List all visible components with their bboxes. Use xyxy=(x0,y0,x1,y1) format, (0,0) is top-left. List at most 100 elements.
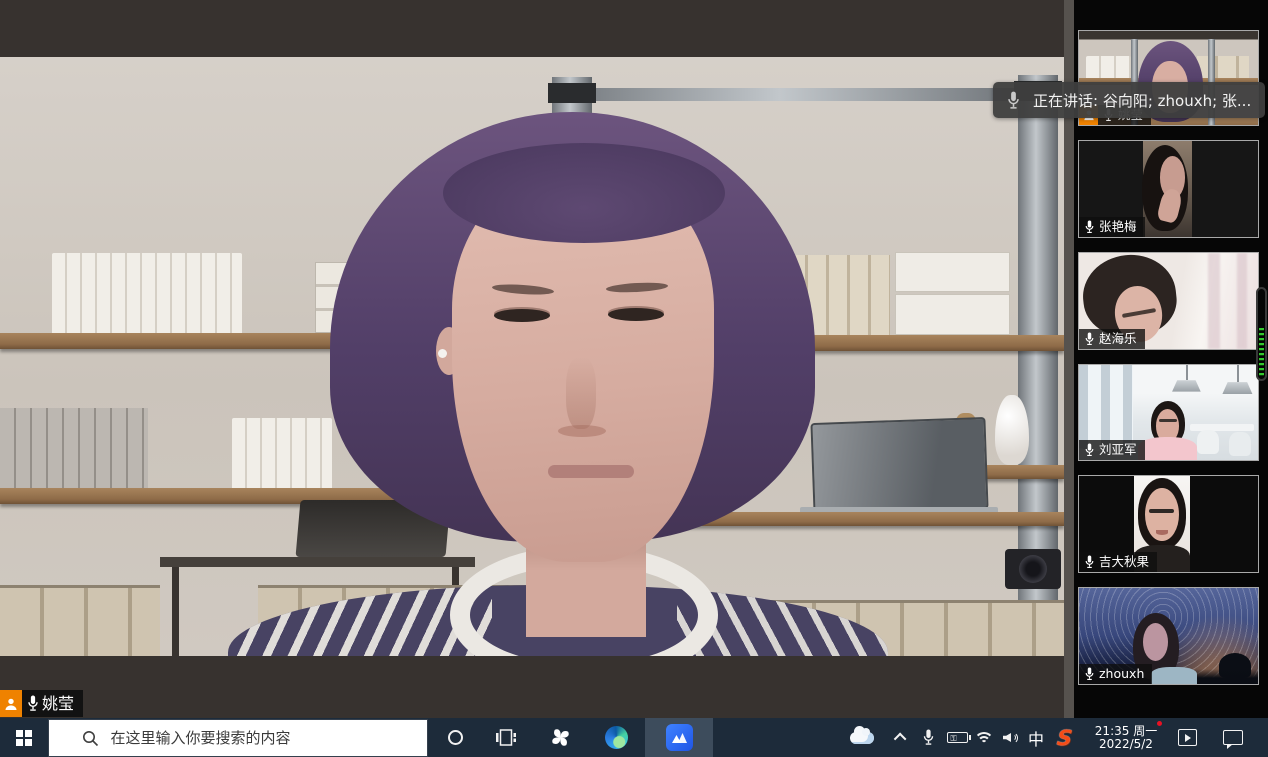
storage-boxes xyxy=(0,585,160,656)
hidden-icons-button[interactable] xyxy=(888,718,914,757)
desk-leg xyxy=(172,567,179,656)
participant-thumbnail[interactable]: 刘亚军 xyxy=(1078,364,1259,461)
ime-indicator: 中 xyxy=(1028,726,1044,750)
microphone-icon xyxy=(26,695,40,712)
media-playback-button[interactable] xyxy=(1170,718,1204,757)
ime-language-button[interactable]: 中 xyxy=(1022,718,1050,757)
blur-band xyxy=(1237,253,1248,349)
participant-name: 张艳梅 xyxy=(1099,219,1137,235)
start-button[interactable] xyxy=(0,718,48,757)
mouth xyxy=(548,465,634,478)
edge-browser-button[interactable] xyxy=(594,718,638,757)
search-input[interactable] xyxy=(111,729,411,747)
wifi-icon xyxy=(974,732,994,744)
speaking-now-banner: 正在讲话: 谷向阳; zhouxh; 张... xyxy=(993,82,1265,118)
battery-tray-button[interactable]: ⚿ xyxy=(942,718,972,757)
wifi-tray-button[interactable] xyxy=(970,718,998,757)
blur-band xyxy=(1208,253,1221,349)
participant-name: zhouxh xyxy=(1099,666,1144,682)
white-box-stack xyxy=(895,294,1010,335)
participant-name-tag: zhouxh xyxy=(1079,664,1152,684)
mini-shirt xyxy=(1151,667,1198,684)
clock-date: 2022/5/2 xyxy=(1099,738,1153,751)
mini-table xyxy=(1190,424,1254,432)
task-view-button[interactable] xyxy=(488,718,524,757)
sogou-input-button[interactable]: S xyxy=(1050,718,1080,757)
cortana-button[interactable] xyxy=(438,718,472,757)
nose-shadow xyxy=(566,357,596,429)
onedrive-tray-button[interactable] xyxy=(845,718,879,757)
clock-time: 21:35 周一 xyxy=(1095,725,1157,738)
microphone-tray-button[interactable] xyxy=(915,718,941,757)
participant-name-tag: 赵海乐 xyxy=(1079,329,1145,349)
participant-name: 吉大秋果 xyxy=(1099,554,1149,570)
eye xyxy=(494,309,550,322)
battery-charging-icon: ⚿ xyxy=(947,732,968,743)
white-box-stack xyxy=(895,252,1010,292)
media-play-icon xyxy=(1178,729,1197,746)
windows-taskbar: ⚿ 中 S 21:35 周一 2022/5/2 xyxy=(0,718,1268,757)
lamp-stem xyxy=(1237,365,1239,382)
sidebar-scrollbar[interactable] xyxy=(1256,287,1267,381)
laptop xyxy=(810,417,988,515)
participant-name-tag: 吉大秋果 xyxy=(1079,552,1157,572)
microphone-icon xyxy=(1084,667,1095,681)
main-video-canvas xyxy=(0,57,1064,656)
onedrive-cloud-icon xyxy=(850,732,874,744)
eye xyxy=(608,308,664,321)
microphone-icon xyxy=(1084,220,1095,234)
notification-dot xyxy=(1157,721,1162,726)
taskbar-search[interactable] xyxy=(48,719,428,757)
participant-thumbnail[interactable]: 张艳梅 xyxy=(1078,140,1259,238)
chevron-up-icon xyxy=(893,733,906,746)
action-center-icon xyxy=(1223,730,1243,745)
participant-name: 刘亚军 xyxy=(1099,442,1137,458)
active-speaker-name: 姚莹 xyxy=(42,696,74,712)
books-row xyxy=(232,418,332,488)
shelf-beam-top xyxy=(552,88,1058,101)
tencent-meeting-icon xyxy=(666,724,693,751)
microphone-icon xyxy=(1084,332,1095,346)
pinwheel-app-icon xyxy=(549,726,572,749)
mini-books xyxy=(1197,56,1249,78)
host-person-icon xyxy=(0,690,22,717)
lamp-stem xyxy=(1186,365,1188,380)
mini-glasses xyxy=(1149,509,1174,513)
books-row xyxy=(52,253,242,333)
mini-chair xyxy=(1229,432,1250,457)
person-hairline xyxy=(443,143,725,243)
volume-waves-icon xyxy=(1013,731,1021,745)
nose-base xyxy=(558,425,606,437)
task-view-icon xyxy=(496,729,516,746)
earbud xyxy=(438,349,447,358)
mini-smile xyxy=(1156,530,1169,535)
participant-name: 赵海乐 xyxy=(1099,331,1137,347)
speaking-now-text: 正在讲话: 谷向阳; zhouxh; 张... xyxy=(1033,90,1251,111)
action-center-button[interactable] xyxy=(1213,718,1253,757)
participant-thumbnail[interactable]: 吉大秋果 xyxy=(1078,475,1259,573)
tencent-meeting-button[interactable] xyxy=(645,718,713,757)
microphone-icon xyxy=(922,729,935,746)
participant-name-tag: 张艳梅 xyxy=(1079,217,1145,237)
mini-books xyxy=(1086,56,1131,78)
participant-thumbnail[interactable]: 赵海乐 xyxy=(1078,252,1259,350)
mini-glasses xyxy=(1159,419,1177,422)
microphone-icon xyxy=(1006,91,1021,110)
mini-chair xyxy=(1197,430,1218,455)
search-icon xyxy=(82,730,99,747)
pinwheel-app-button[interactable] xyxy=(538,718,582,757)
participant-thumbnail[interactable]: zhouxh xyxy=(1078,587,1259,685)
sogou-icon: S xyxy=(1056,726,1074,750)
main-video[interactable]: 姚莹 xyxy=(0,0,1064,718)
books-row xyxy=(0,408,148,488)
participant-name-tag: 刘亚军 xyxy=(1079,440,1145,460)
microphone-icon xyxy=(1084,555,1095,569)
meeting-app-window: 姚莹 姚莹 xyxy=(0,0,1268,757)
microphone-icon xyxy=(1084,443,1095,457)
active-speaker-tag: 姚莹 xyxy=(0,690,83,717)
mini-shirt xyxy=(1138,437,1197,460)
post-connector xyxy=(548,83,596,103)
edge-icon xyxy=(605,726,628,749)
scrollbar-thumb xyxy=(1259,328,1264,378)
windows-logo-icon xyxy=(16,730,32,746)
